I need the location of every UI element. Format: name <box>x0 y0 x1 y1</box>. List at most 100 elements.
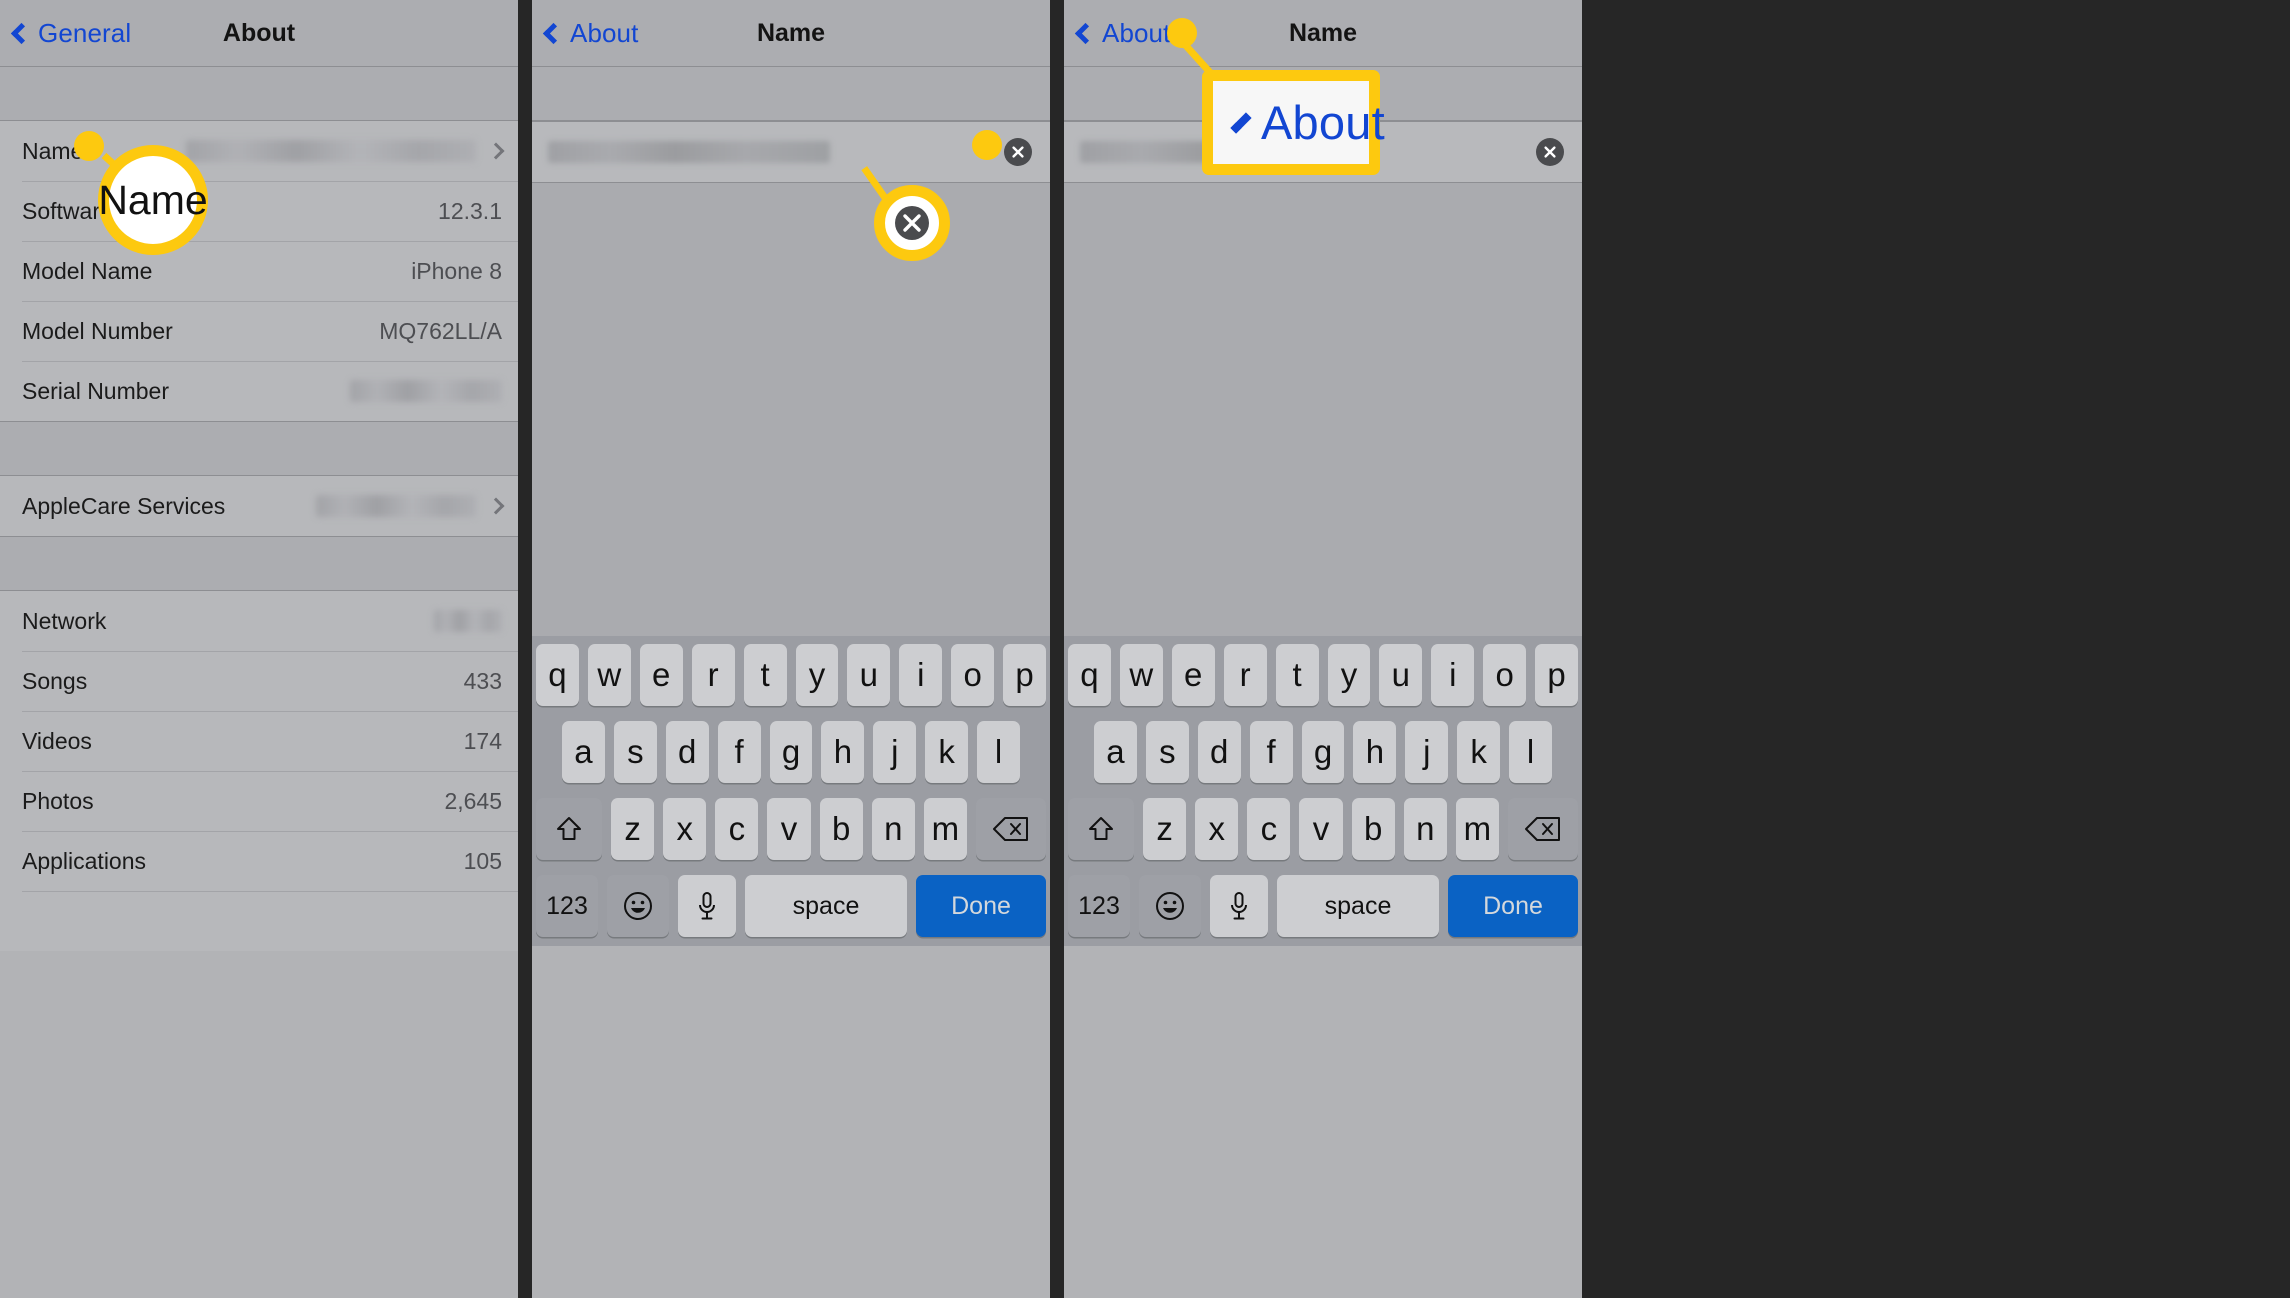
key-j[interactable]: j <box>1405 721 1449 783</box>
key-j[interactable]: j <box>873 721 917 783</box>
emoji-key[interactable] <box>607 875 669 937</box>
key-p[interactable]: p <box>1535 644 1579 706</box>
group-spacer <box>0 422 518 476</box>
key-k[interactable]: k <box>925 721 969 783</box>
clear-text-button[interactable] <box>1536 138 1564 166</box>
numbers-key[interactable]: 123 <box>1068 875 1130 937</box>
space-key[interactable]: space <box>1277 875 1439 937</box>
table-row[interactable]: Applications 105 <box>0 831 518 891</box>
table-row[interactable]: Network <box>0 591 518 651</box>
table-row[interactable]: Model Number MQ762LL/A <box>0 301 518 361</box>
key-r[interactable]: r <box>691 644 735 706</box>
key-v[interactable]: v <box>1299 798 1343 860</box>
numbers-key[interactable]: 123 <box>536 875 598 937</box>
key-a[interactable]: a <box>1094 721 1137 783</box>
key-u[interactable]: u <box>847 644 891 706</box>
key-i[interactable]: i <box>899 644 943 706</box>
table-row[interactable]: Serial Number <box>0 361 518 421</box>
key-o[interactable]: o <box>1483 644 1527 706</box>
shift-arrow-icon <box>1089 817 1113 840</box>
dictation-key[interactable] <box>1210 875 1268 937</box>
key-q[interactable]: q <box>1067 644 1111 706</box>
table-row[interactable]: AppleCare Services <box>0 476 518 536</box>
row-value-redacted <box>186 140 476 162</box>
key-l[interactable]: l <box>977 721 1021 783</box>
back-button-label: About <box>570 17 639 48</box>
key-w[interactable]: w <box>587 644 631 706</box>
key-u[interactable]: u <box>1379 644 1423 706</box>
key-t[interactable]: t <box>1275 644 1319 706</box>
key-s[interactable]: s <box>1145 721 1189 783</box>
key-n[interactable]: n <box>871 798 915 860</box>
table-row[interactable]: Videos 174 <box>0 711 518 771</box>
key-m[interactable]: m <box>923 798 967 860</box>
key-x[interactable]: x <box>1195 798 1239 860</box>
table-row[interactable] <box>0 891 518 951</box>
callout-clear-button <box>874 185 950 261</box>
dictation-key[interactable] <box>678 875 736 937</box>
key-b[interactable]: b <box>819 798 863 860</box>
row-value-redacted <box>350 380 502 402</box>
done-key[interactable]: Done <box>1448 875 1578 937</box>
key-e[interactable]: e <box>639 644 683 706</box>
back-button-about[interactable]: About <box>532 18 638 49</box>
key-d[interactable]: d <box>665 721 709 783</box>
space-key[interactable]: space <box>745 875 907 937</box>
key-c[interactable]: c <box>1247 798 1291 860</box>
key-s[interactable]: s <box>613 721 657 783</box>
panel-name-edit-middle: About Name q w e r t y u i o p a s d f g… <box>532 0 1050 1298</box>
key-x[interactable]: x <box>663 798 707 860</box>
shift-key[interactable] <box>536 798 602 860</box>
key-h[interactable]: h <box>1353 721 1397 783</box>
key-q[interactable]: q <box>535 644 579 706</box>
callout-text: About <box>1261 96 1385 149</box>
group-spacer <box>0 537 518 591</box>
key-p[interactable]: p <box>1003 644 1047 706</box>
backspace-key[interactable] <box>1507 798 1578 860</box>
back-button-general[interactable]: General <box>0 18 131 49</box>
table-row[interactable]: Software 12.3.1 <box>0 181 518 241</box>
panel-divider <box>518 0 532 1298</box>
key-t[interactable]: t <box>743 644 787 706</box>
key-y[interactable]: y <box>795 644 839 706</box>
group-spacer-top <box>0 67 518 121</box>
navbar-about: General About <box>0 0 518 67</box>
key-g[interactable]: g <box>1301 721 1345 783</box>
done-key[interactable]: Done <box>916 875 1046 937</box>
key-l[interactable]: l <box>1509 721 1553 783</box>
chevron-right-icon <box>487 497 505 515</box>
key-a[interactable]: a <box>562 721 605 783</box>
key-b[interactable]: b <box>1351 798 1395 860</box>
key-r[interactable]: r <box>1223 644 1267 706</box>
key-k[interactable]: k <box>1457 721 1501 783</box>
key-c[interactable]: c <box>715 798 759 860</box>
microphone-icon <box>1231 892 1247 920</box>
shift-key[interactable] <box>1068 798 1134 860</box>
key-f[interactable]: f <box>717 721 761 783</box>
key-h[interactable]: h <box>821 721 865 783</box>
key-m[interactable]: m <box>1455 798 1499 860</box>
key-z[interactable]: z <box>1143 798 1187 860</box>
key-o[interactable]: o <box>951 644 995 706</box>
emoji-key[interactable] <box>1139 875 1201 937</box>
clear-text-button[interactable] <box>1004 138 1032 166</box>
key-z[interactable]: z <box>611 798 655 860</box>
key-d[interactable]: d <box>1197 721 1241 783</box>
key-f[interactable]: f <box>1249 721 1293 783</box>
back-button-about[interactable]: About <box>1064 18 1170 49</box>
panel-name-edit-right: About Name q w e r t y u i o p a s d f g… <box>1064 0 1582 1298</box>
content-area <box>1064 183 1582 636</box>
table-row[interactable]: Model Name iPhone 8 <box>0 241 518 301</box>
name-text-field[interactable] <box>532 121 1050 183</box>
backspace-key[interactable] <box>975 798 1046 860</box>
key-w[interactable]: w <box>1119 644 1163 706</box>
table-row[interactable]: Photos 2,645 <box>0 771 518 831</box>
group-spacer-top <box>532 67 1050 121</box>
key-v[interactable]: v <box>767 798 811 860</box>
key-i[interactable]: i <box>1431 644 1475 706</box>
key-y[interactable]: y <box>1327 644 1371 706</box>
key-e[interactable]: e <box>1171 644 1215 706</box>
table-row[interactable]: Songs 433 <box>0 651 518 711</box>
key-g[interactable]: g <box>769 721 813 783</box>
key-n[interactable]: n <box>1403 798 1447 860</box>
